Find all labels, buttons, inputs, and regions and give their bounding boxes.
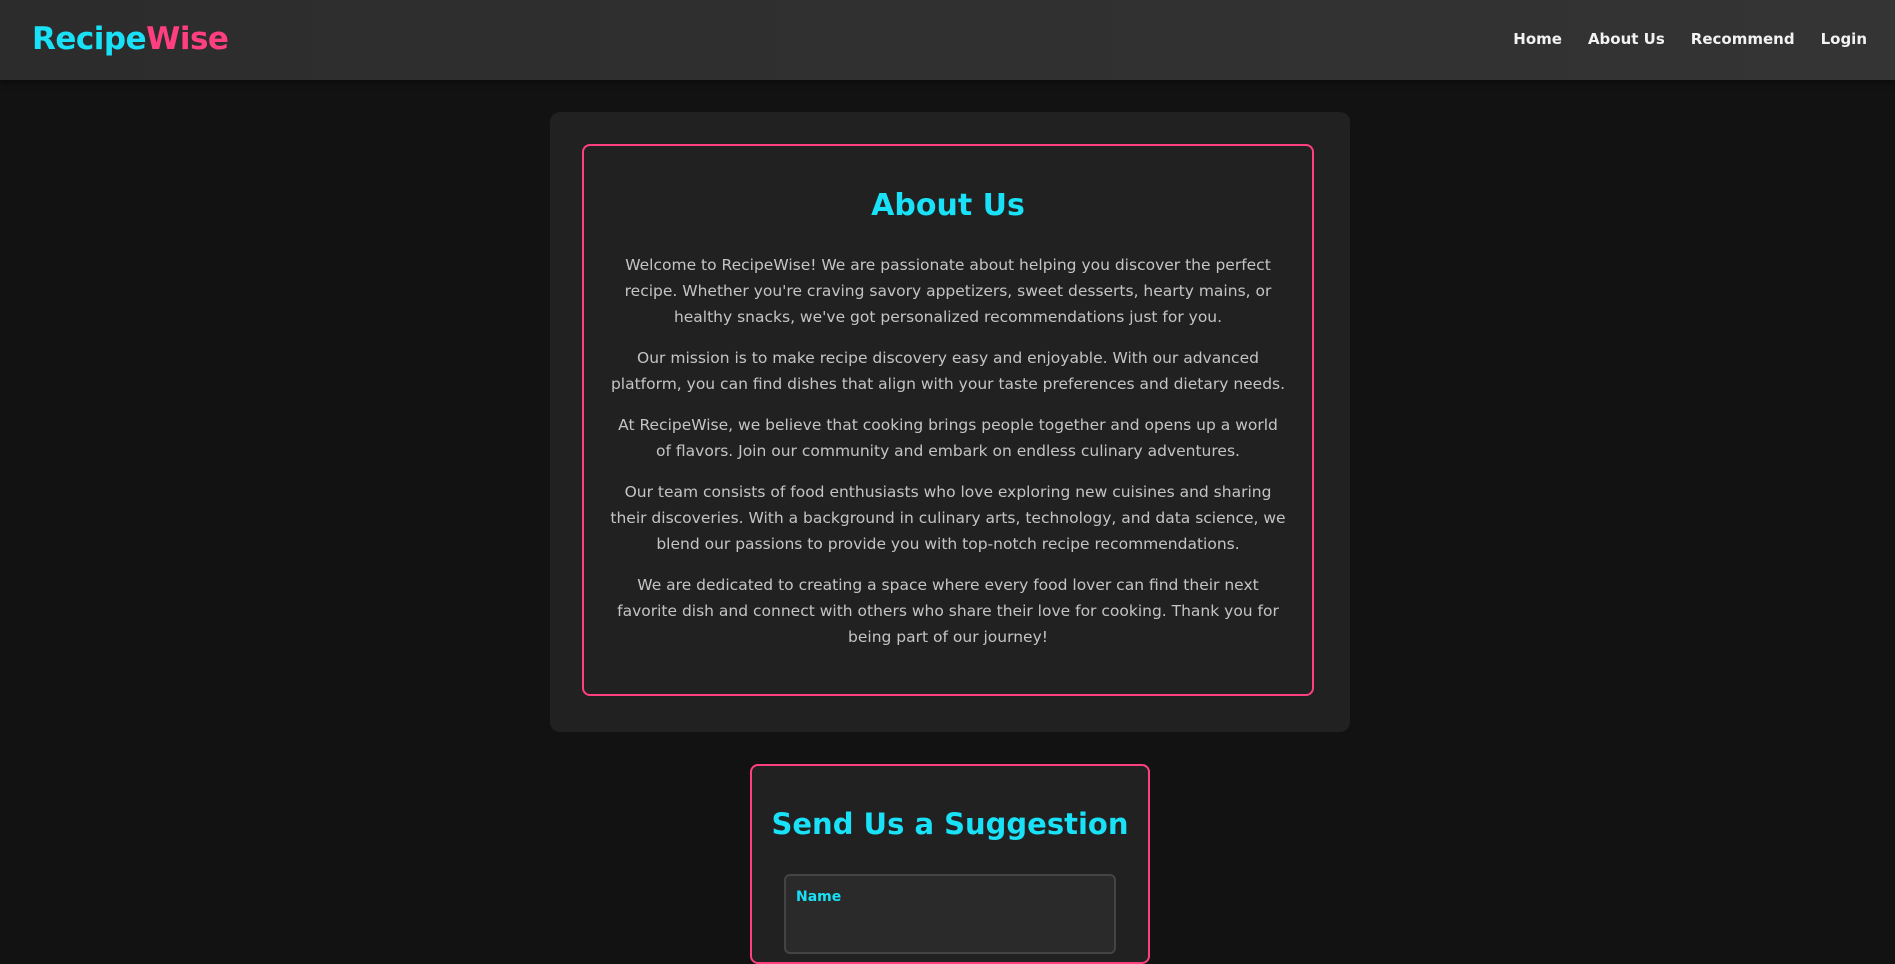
- suggestion-form: Send Us a Suggestion Name: [750, 764, 1150, 964]
- site-logo[interactable]: RecipeWise: [32, 19, 229, 59]
- about-body: Welcome to RecipeWise! We are passionate…: [610, 252, 1286, 665]
- nav-about-link[interactable]: About Us: [1588, 28, 1665, 50]
- logo-recipe: Recipe: [32, 21, 147, 57]
- suggestion-title: Send Us a Suggestion: [771, 807, 1129, 841]
- logo-wise: Wise: [146, 21, 229, 57]
- name-field[interactable]: Name: [784, 874, 1116, 954]
- navbar: RecipeWise Home About Us Recommend Login: [0, 0, 1895, 80]
- nav-home-link[interactable]: Home: [1513, 28, 1562, 50]
- nav-links: Home About Us Recommend Login: [1487, 28, 1867, 50]
- about-paragraph-welcome: Welcome to RecipeWise! We are passionate…: [624, 256, 1272, 326]
- about-paragraph-mission: Our mission is to make recipe discovery …: [610, 349, 1286, 393]
- about-paragraph-team: Our team consists of food enthusiasts wh…: [610, 483, 1286, 553]
- about-section: About Us Welcome to RecipeWise! We are p…: [582, 144, 1314, 696]
- nav-recommend-link[interactable]: Recommend: [1691, 28, 1795, 50]
- about-title: About Us: [871, 188, 1025, 223]
- nav-login-link[interactable]: Login: [1821, 28, 1867, 50]
- about-paragraph-dedication: We are dedicated to creating a space whe…: [617, 576, 1279, 646]
- name-field-label: Name: [796, 889, 842, 905]
- about-card: About Us Welcome to RecipeWise! We are p…: [550, 112, 1350, 732]
- about-paragraph-community: At RecipeWise, we believe that cooking b…: [618, 416, 1278, 460]
